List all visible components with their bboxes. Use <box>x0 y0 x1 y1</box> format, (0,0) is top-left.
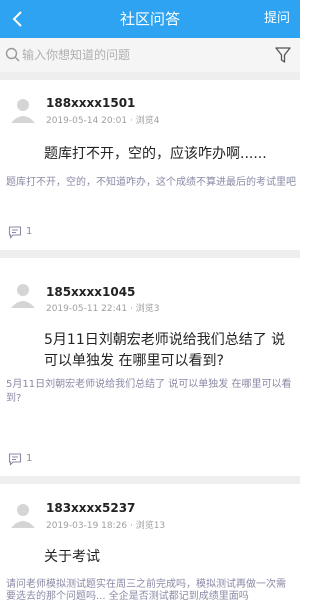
question-body: 题库打不开，空的，不知道咋办，这个成绩不算进最后的考试里吧 <box>6 177 296 188</box>
post-meta: 2019-03-19 18:26 · 浏览13 <box>46 521 166 531</box>
post-meta: 2019-05-11 22:41 · 浏览3 <box>46 304 160 314</box>
comment-count[interactable]: 1 <box>8 225 48 239</box>
question-title[interactable]: 题库打不开，空的，应该咋办啊...... <box>44 144 294 165</box>
search-bar[interactable]: 输入你想知道的问题 <box>0 38 300 73</box>
user-avatar-icon <box>11 99 35 123</box>
post-views: 浏览13 <box>135 521 166 531</box>
question-title[interactable]: 关于考试 <box>44 547 294 568</box>
divider <box>0 72 300 80</box>
user-avatar-icon <box>11 284 35 308</box>
user-name: 188xxxx1501 <box>46 96 136 110</box>
user-name: 183xxxx5237 <box>46 501 136 515</box>
comment-number: 1 <box>26 226 33 237</box>
post-views: 浏览4 <box>135 116 160 126</box>
question-body: 5月11日刘朝宏老师说给我们总结了 说可以单独发 在哪里可以看到? <box>6 379 292 404</box>
question-card[interactable]: 183xxxx5237 2019-03-19 18:26 · 浏览13 关于考试… <box>0 484 300 602</box>
question-body: 要选去的那个问题吗... 全企是否测试都记到成绩里面吗 <box>6 591 249 602</box>
post-meta: 2019-05-14 20:01 · 浏览4 <box>46 116 160 126</box>
comment-icon <box>8 226 22 239</box>
post-date: 2019-05-11 22:41 <box>46 304 128 314</box>
divider <box>0 250 300 258</box>
user-name: 185xxxx1045 <box>46 285 136 299</box>
comment-count[interactable]: 1 <box>8 452 48 466</box>
post-views: 浏览3 <box>135 304 160 314</box>
page-title: 社区问答 <box>119 10 180 28</box>
user-avatar-icon <box>11 504 35 528</box>
ask-question-button[interactable]: 提问 <box>264 0 290 38</box>
comment-icon <box>8 453 22 466</box>
filter-icon[interactable] <box>274 45 292 65</box>
question-card[interactable]: 185xxxx1045 2019-05-11 22:41 · 浏览3 5月11日… <box>0 258 300 476</box>
divider <box>0 476 300 484</box>
question-card[interactable]: 188xxxx1501 2019-05-14 20:01 · 浏览4 题库打不开… <box>0 80 300 250</box>
comment-number: 1 <box>26 453 33 464</box>
top-bar: 社区问答 提问 <box>0 0 300 38</box>
post-date: 2019-03-19 18:26 <box>46 521 128 531</box>
search-icon <box>5 47 20 62</box>
search-input[interactable]: 输入你想知道的问题 <box>22 38 130 72</box>
question-title[interactable]: 5月11日刘朝宏老师说给我们总结了 说可以单独发 在哪里可以看到? <box>44 330 294 372</box>
post-date: 2019-05-14 20:01 <box>46 116 128 126</box>
